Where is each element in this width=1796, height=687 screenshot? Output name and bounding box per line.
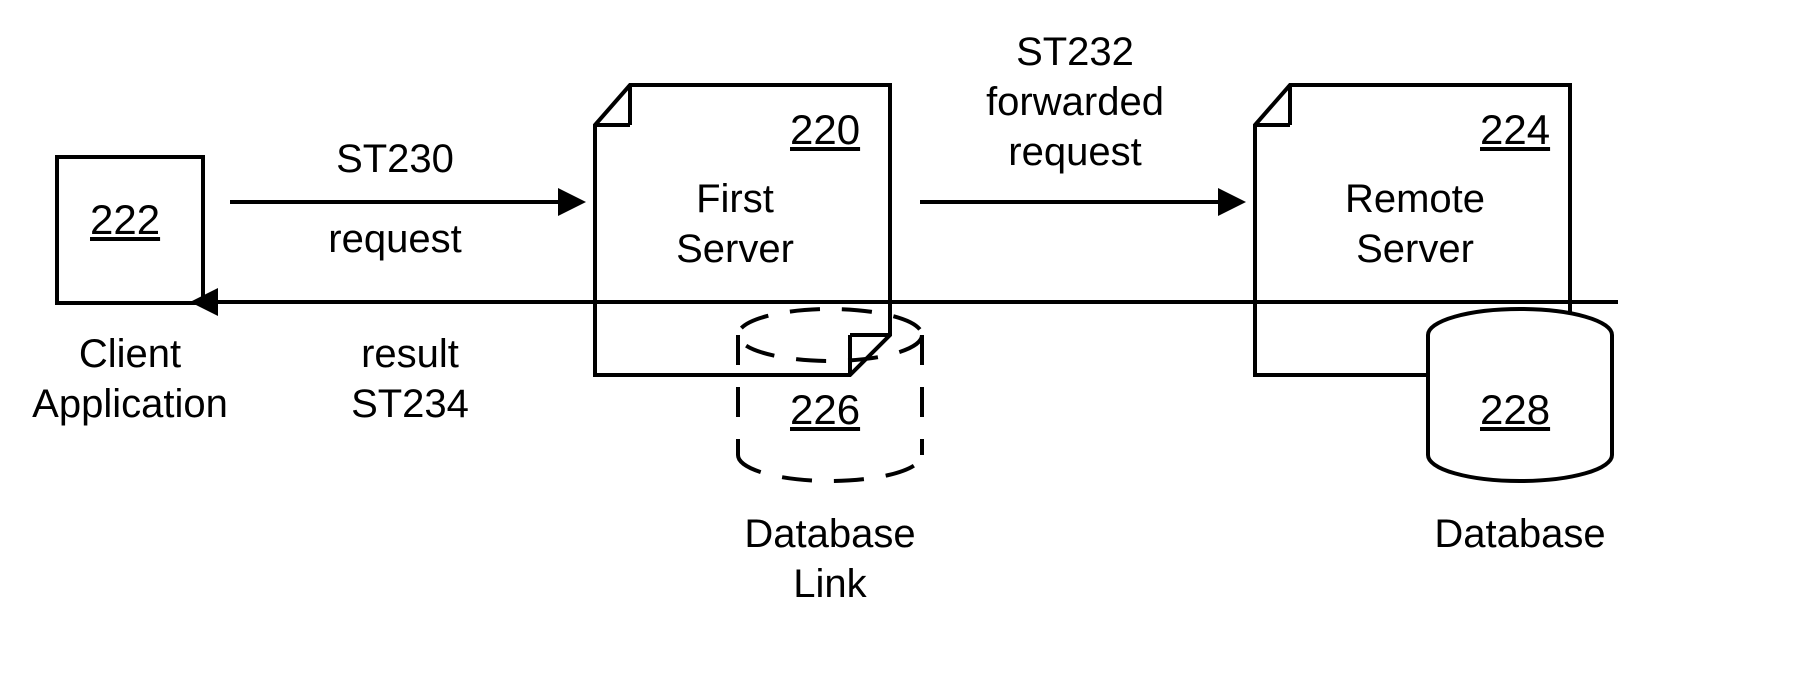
arrow-request-head	[558, 188, 586, 216]
remote-server-label-2: Server	[1290, 225, 1540, 273]
client-label-2: Application	[25, 380, 235, 428]
arrow3-line1: result	[310, 330, 510, 378]
database-num: 228	[1480, 385, 1550, 435]
first-server-label-2: Server	[620, 225, 850, 273]
arrow-result-head	[190, 288, 218, 316]
arrow-forward-head	[1218, 188, 1246, 216]
database-label-1: Database	[1410, 510, 1630, 558]
first-server-num: 220	[790, 105, 860, 155]
client-label-1: Client	[25, 330, 235, 378]
arrow-request-line	[230, 200, 560, 204]
first-server-label-1: First	[620, 175, 850, 223]
arrow1-line1: ST230	[275, 135, 515, 183]
arrow-result-line	[218, 300, 1618, 304]
arrow2-line1: ST232	[965, 28, 1185, 76]
dblink-label-2: Link	[720, 560, 940, 608]
arrow2-line3: request	[965, 128, 1185, 176]
dblink-num: 226	[790, 385, 860, 435]
client-num: 222	[90, 195, 160, 245]
arrow1-line2: request	[275, 215, 515, 263]
remote-server-num: 224	[1480, 105, 1550, 155]
arrow-forward-line	[920, 200, 1220, 204]
arrow2-line2: forwarded	[965, 78, 1185, 126]
arrow3-line2: ST234	[310, 380, 510, 428]
dblink-label-1: Database	[720, 510, 940, 558]
remote-server-label-1: Remote	[1290, 175, 1540, 223]
